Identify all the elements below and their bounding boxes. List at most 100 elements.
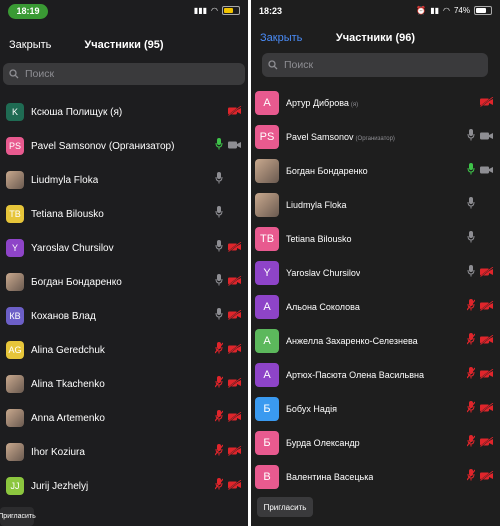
participant-row[interactable]: Liudmyla Floka [251,188,500,222]
camera-icon [480,162,494,180]
participant-name: Alina Geredchuk [31,345,105,356]
search-icon [268,60,278,70]
avatar [255,159,279,183]
search-input[interactable]: Поиск [262,53,488,77]
participant-name-text: Liudmyla Floka [31,174,99,186]
status-time: 18:23 [259,6,283,16]
mic-muted-icon [466,434,476,452]
participant-name: Богдан Бондаренко [286,166,368,176]
participant-row[interactable]: Б Бобух Надія [251,392,500,426]
mic-icon [215,273,223,291]
participant-name: Валентина Васецька [286,472,373,482]
participant-row[interactable]: А Артур Диброва (я) [251,86,500,120]
participant-name-text: Артюх-Пасюта Олена Васильвна [286,370,424,380]
camera-off-icon [227,239,242,257]
avatar [6,171,24,189]
participant-row[interactable]: Богдан Бондаренко [0,265,248,299]
participant-name-text: Бурда Олександр [286,438,360,448]
participant-name-text: Yaroslav Chursilov [31,242,114,254]
participant-name-text: Tetiana Bilousko [286,234,352,244]
avatar: А [255,363,279,387]
camera-off-icon [479,366,494,384]
participants-panel-right: 18:23 ⏰ ▮▮ ◠ 74% Закрыть Участники (96) … [251,0,500,526]
page-title: Участники (95) [84,39,164,51]
participant-row[interactable]: Liudmyla Floka [0,163,248,197]
participant-name: Liudmyla Floka [31,175,98,186]
participant-name-text: Богдан Бондаренко [286,166,368,176]
participant-row[interactable]: PS Pavel Samsonov (Организатор) [251,120,500,154]
battery-icon [474,6,492,15]
search-input[interactable]: Поиск [3,63,245,85]
participant-name-text: Pavel Samsonov (Организатор) [31,140,175,152]
search-placeholder: Поиск [25,68,55,80]
battery-icon [222,6,240,15]
camera-off-icon [227,409,242,427]
camera-off-icon [227,273,242,291]
wifi-icon: ◠ [443,6,450,15]
camera-off-icon [479,298,494,316]
mic-muted-icon [466,468,476,486]
mic-icon [215,171,223,189]
mic-icon [467,162,475,180]
participant-name-text: Анжелла Захаренко-Селезнева [286,336,418,346]
participant-row[interactable]: Anna Artemenko [0,401,248,435]
participant-name-text: Tetiana Bilousko [31,208,104,220]
participant-row[interactable]: Y Yaroslav Chursilov [251,256,500,290]
camera-off-icon [227,375,242,393]
search-placeholder: Поиск [284,59,314,71]
participant-row[interactable]: В Валентина Васецька [251,460,500,494]
avatar: Y [255,261,279,285]
participant-name: Alina Tkachenko [31,379,105,390]
avatar: TB [255,227,279,251]
camera-off-icon [479,434,494,452]
participant-name: Jurij Jezhelyj [31,481,88,492]
mic-muted-icon [214,375,224,393]
participant-name-text: Богдан Бондаренко [31,276,122,288]
avatar [6,273,24,291]
mic-muted-icon [466,400,476,418]
invite-button[interactable]: Пригласить [0,507,36,526]
participant-row[interactable]: Ihor Koziura [0,435,248,469]
page-title: Участники (96) [335,32,416,44]
mic-icon [215,137,223,155]
participant-name-text: Бобух Надія [286,404,337,414]
participant-row[interactable]: TB Tetiana Bilousko [0,197,248,231]
mic-muted-icon [466,298,476,316]
avatar [6,375,24,393]
avatar: K [6,103,24,121]
participant-row[interactable]: TB Tetiana Bilousko [251,222,500,256]
participant-row[interactable]: AG Alina Geredchuk [0,333,248,367]
participant-row[interactable]: JJ Jurij Jezhelyj [0,469,248,503]
mic-icon [215,205,223,223]
participant-row[interactable]: Б Бурда Олександр [251,426,500,460]
mic-muted-icon [214,443,224,461]
participant-row[interactable]: K Ксюша Полищук (я) [0,95,248,129]
camera-off-icon [479,264,494,282]
avatar: AG [6,341,24,359]
search-icon [9,69,19,79]
participant-name: Liudmyla Floka [286,200,347,210]
participant-row[interactable]: Богдан Бондаренко [251,154,500,188]
avatar: Y [6,239,24,257]
participant-row[interactable]: Alina Tkachenko [0,367,248,401]
participant-role: (я) [350,102,359,108]
participant-row[interactable]: КВ Коханов Влад [0,299,248,333]
participant-name-text: Коханов Влад [31,310,96,322]
avatar: КВ [6,307,24,325]
participant-name-text: Валентина Васецька [286,472,374,482]
battery-percent: 74% [453,6,470,15]
participant-name-text: Yaroslav Chursilov [286,268,361,278]
participant-name: Ihor Koziura [31,447,85,458]
invite-button[interactable]: Пригласить [257,497,313,517]
mic-muted-icon [214,341,224,359]
mic-muted-icon [466,366,476,384]
participant-row[interactable]: Y Yaroslav Chursilov [0,231,248,265]
participant-row[interactable]: А Альона Соколова [251,290,500,324]
avatar: Б [255,431,279,455]
participant-name: Артур Диброва (я) [286,98,358,108]
participant-row[interactable]: А Артюх-Пасюта Олена Васильвна [251,358,500,392]
participant-row[interactable]: PS Pavel Samsonov (Организатор) [0,129,248,163]
header: Закрыть Участники (96) [251,28,500,52]
participant-row[interactable]: А Анжелла Захаренко-Селезнева [251,324,500,358]
avatar: Б [255,397,279,421]
